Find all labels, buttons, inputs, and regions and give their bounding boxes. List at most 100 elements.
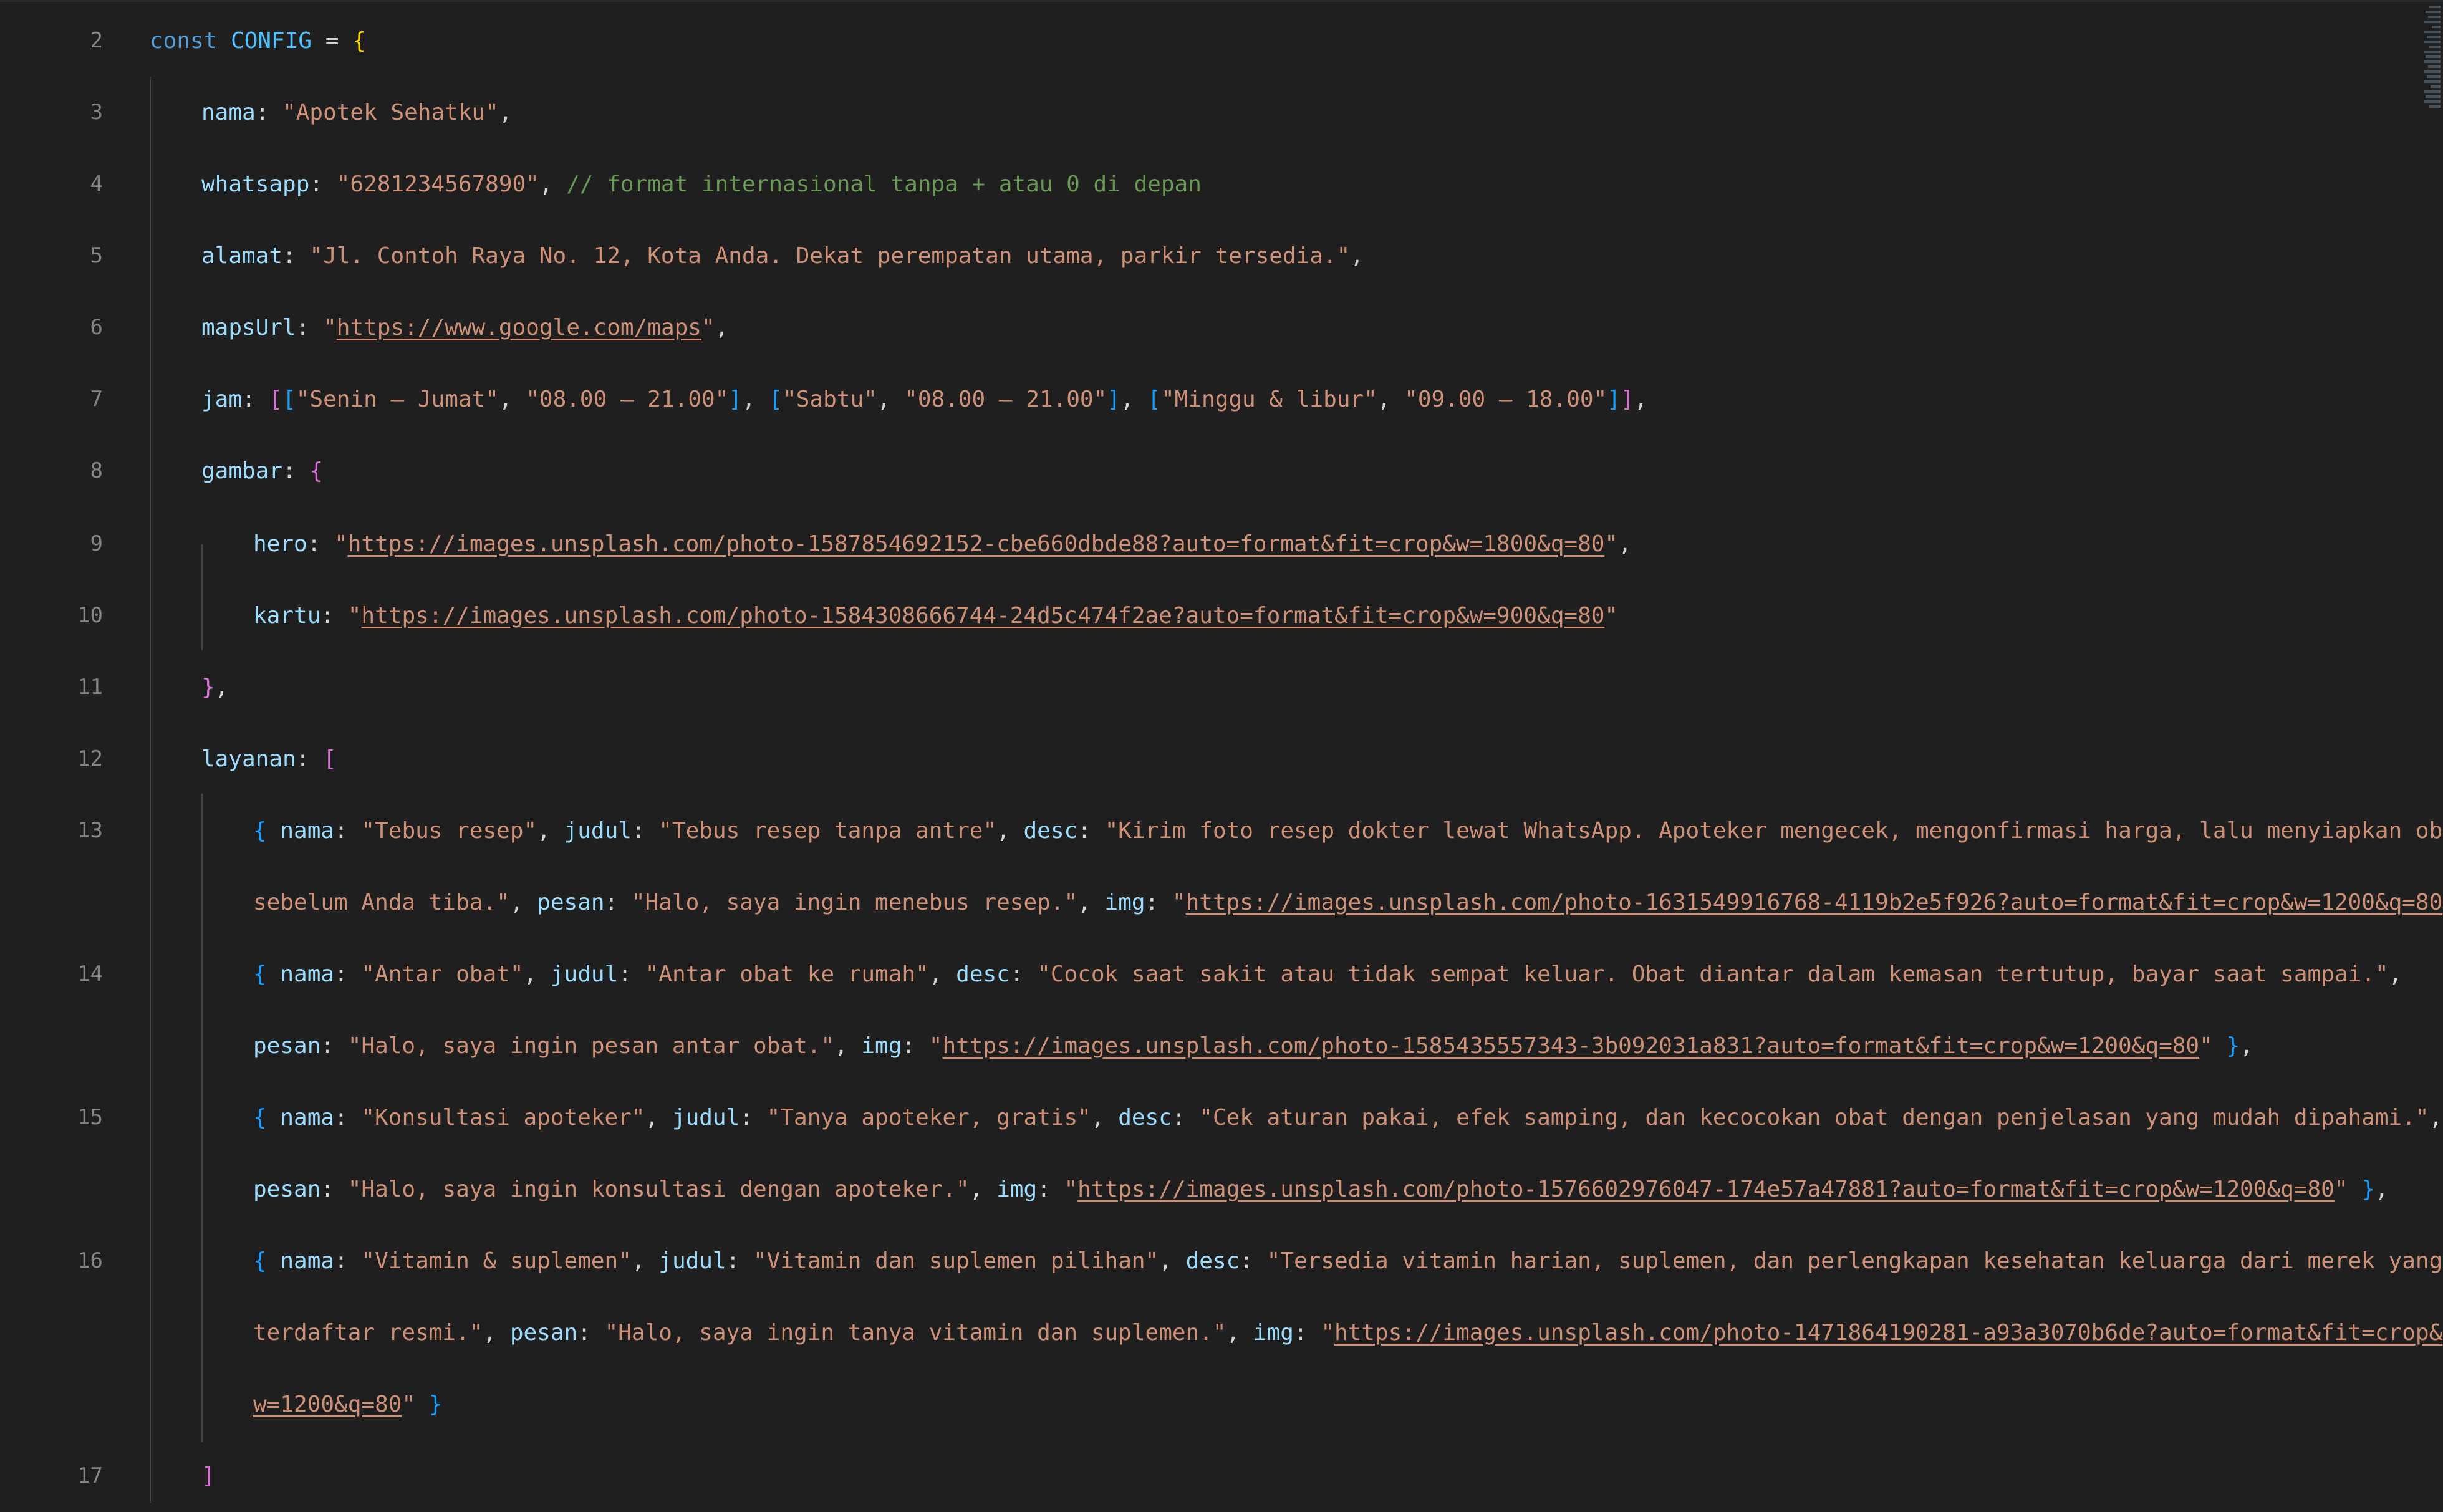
line-code: { nama: "Vitamin & suplemen", judul: "Vi… [253, 1225, 2442, 1297]
punctuation: , [1634, 387, 1648, 412]
property: layanan [201, 746, 296, 772]
string: "Konsultasi apoteker" [361, 1105, 645, 1130]
property: img [1253, 1320, 1294, 1346]
punctuation: , [2388, 961, 2402, 987]
punctuation: , [631, 1248, 659, 1274]
string: "Tanya apoteker, gratis" [766, 1105, 1091, 1130]
string: "Jl. Contoh Raya No. 12, Kota Anda. Deka… [309, 243, 1351, 269]
identifier: CONFIG [231, 28, 312, 54]
keyword: const [150, 28, 218, 54]
line-code: pesan: "Halo, saya ingin konsultasi deng… [253, 1153, 2393, 1225]
code-line: 3 nama: "Apotek Sehatku", [0, 77, 2393, 148]
url-link[interactable]: https://images.unsplash.com/photo-163154… [1186, 890, 2443, 915]
property: nama [280, 818, 335, 844]
code-line: 13 { nama: "Tebus resep", judul: "Tebus … [0, 795, 2443, 867]
line-code: whatsapp: "6281234567890", // format int… [201, 148, 2393, 220]
bracket: } [2348, 1177, 2375, 1202]
bracket: { [253, 818, 281, 844]
code-line: 5 alamat: "Jl. Contoh Raya No. 12, Kota … [0, 220, 2393, 292]
property: img [861, 1033, 902, 1059]
bracket: [ [1147, 387, 1161, 412]
operator: : [309, 171, 337, 197]
punctuation: , [537, 818, 564, 844]
string: "Senin – Jumat" [296, 387, 499, 412]
property: desc [1023, 818, 1078, 844]
property: img [1104, 890, 1145, 915]
string: terdaftar resmi." [253, 1320, 483, 1346]
url-link[interactable]: https://images.unsplash.com/photo-158543… [942, 1033, 2199, 1059]
string: "Halo, saya ingin pesan antar obat." [347, 1033, 834, 1059]
line-code: mapsUrl: "https://www.google.com/maps", [201, 292, 2393, 364]
property: nama [280, 1105, 335, 1130]
bracket: ] [728, 387, 743, 412]
operator: : [320, 1177, 348, 1202]
bracket: } [201, 675, 215, 700]
punctuation: , [969, 1177, 997, 1202]
string-quote: " [347, 603, 362, 628]
punctuation: , [1159, 1248, 1186, 1274]
code-line: 6 mapsUrl: "https://www.google.com/maps"… [0, 292, 2393, 364]
line-code: sebelum Anda tiba.", pesan: "Halo, saya … [253, 867, 2443, 938]
url-link[interactable]: w=1200&q=80 [253, 1392, 402, 1417]
url-link[interactable]: https://www.google.com/maps [337, 315, 701, 340]
property: gambar [201, 458, 283, 484]
minimap-line [2424, 51, 2441, 53]
line-code: { nama: "Tebus resep", judul: "Tebus res… [253, 795, 2443, 867]
url-link[interactable]: https://images.unsplash.com/photo-147186… [1334, 1320, 2442, 1346]
line-code: alamat: "Jl. Contoh Raya No. 12, Kota An… [201, 220, 2393, 292]
property: judul [672, 1105, 740, 1130]
operator: : [1009, 961, 1038, 987]
code-editor[interactable]: 2 const CONFIG = { 3 nama: "Apotek Sehat… [0, 0, 2443, 1503]
code-line: 4 whatsapp: "6281234567890", // format i… [0, 148, 2393, 220]
url-link[interactable]: https://images.unsplash.com/photo-158785… [348, 531, 1605, 557]
property: kartu [253, 603, 321, 628]
operator: : [334, 818, 362, 844]
property: pesan [253, 1177, 321, 1202]
code-line: 16 { nama: "Vitamin & suplemen", judul: … [0, 1225, 2442, 1297]
operator: : [1037, 1177, 1064, 1202]
property: pesan [253, 1033, 321, 1059]
line-code: { nama: "Konsultasi apoteker", judul: "T… [253, 1082, 2442, 1153]
operator: : [334, 961, 362, 987]
string: "Apotek Sehatku" [282, 100, 499, 125]
code-line: 7 jam: [["Senin – Jumat", "08.00 – 21.00… [0, 364, 2393, 435]
line-number: 9 [90, 531, 103, 556]
line-code: const CONFIG = { [150, 5, 2393, 77]
property: mapsUrl [201, 315, 296, 340]
operator: : [618, 961, 645, 987]
punctuation: , [498, 387, 526, 412]
operator: : [1077, 818, 1105, 844]
string-quote: " [1604, 603, 1619, 628]
url-link[interactable]: https://images.unsplash.com/photo-158430… [361, 603, 1604, 628]
line-code: w=1200&q=80" } [253, 1369, 2393, 1440]
punctuation: , [509, 890, 537, 915]
punctuation: , [1377, 387, 1405, 412]
punctuation: , [996, 818, 1024, 844]
string-quote: " [323, 315, 337, 340]
string: "Antar obat" [361, 961, 524, 987]
punctuation: , [877, 387, 905, 412]
minimap-line [2429, 105, 2441, 108]
operator: : [631, 818, 659, 844]
line-number: 8 [90, 458, 103, 483]
string: "08.00 – 21.00" [526, 387, 729, 412]
minimap-line [2431, 85, 2441, 88]
minimap[interactable] [2424, 2, 2443, 114]
code-line-wrap: sebelum Anda tiba.", pesan: "Halo, saya … [0, 867, 2443, 938]
code-line-wrap: pesan: "Halo, saya ingin konsultasi deng… [0, 1153, 2393, 1225]
minimap-line [2432, 26, 2441, 28]
operator: : [1145, 890, 1172, 915]
property: desc [956, 961, 1010, 987]
punctuation: , [742, 387, 769, 412]
code-line: 10 kartu: "https://images.unsplash.com/p… [0, 580, 2393, 652]
line-number: 12 [77, 746, 103, 771]
operator: : [296, 315, 324, 340]
string-quote: " [334, 531, 348, 557]
line-number: 14 [77, 961, 103, 986]
url-link[interactable]: https://images.unsplash.com/photo-157660… [1077, 1177, 2335, 1202]
minimap-line [2429, 46, 2441, 48]
minimap-line [2424, 100, 2441, 103]
line-number: 11 [77, 675, 103, 700]
comment: // format internasional tanpa + atau 0 d… [566, 171, 1202, 197]
punctuation: , [1226, 1320, 1253, 1346]
